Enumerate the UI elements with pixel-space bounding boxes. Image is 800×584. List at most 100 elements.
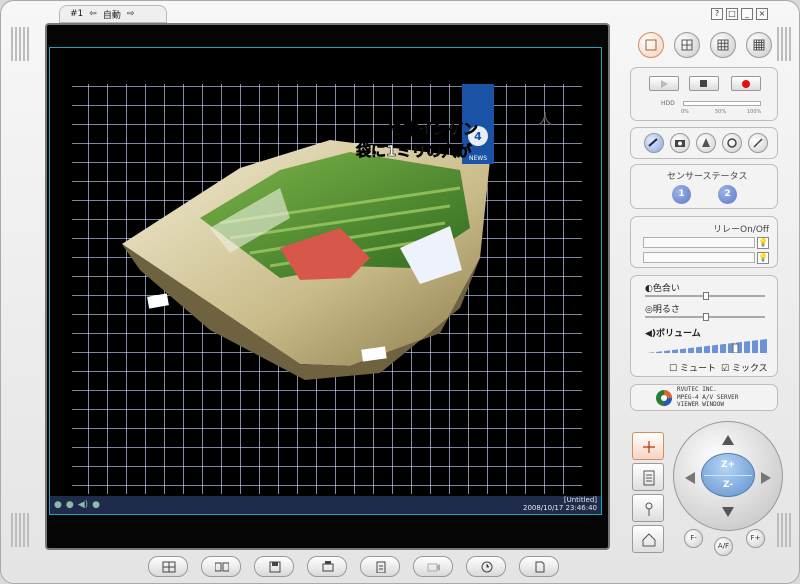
volume-level-bars[interactable] [647, 339, 767, 353]
sensor-1-indicator: 1 [672, 185, 691, 204]
pan-up-icon [722, 435, 734, 445]
speaker-icon[interactable]: ◀) [78, 500, 88, 510]
stop-button[interactable] [689, 76, 719, 91]
tools-key-button[interactable] [632, 494, 664, 522]
headline-line1: 冷凍インゲン [388, 120, 478, 138]
vendor-line1: RVUTEC INC. [677, 386, 717, 393]
relay-1-bulb-button[interactable]: 💡 [757, 237, 769, 249]
refresh-button[interactable] [722, 133, 742, 153]
sensor-title: センサーステータス [667, 172, 748, 182]
brightness-thumb[interactable] [703, 313, 709, 321]
hue-text: 色合い [652, 284, 680, 294]
vendor-logo-panel: RVUTEC INC. MPEG-4 A/V SERVER VIEWER WIN… [630, 384, 778, 411]
alarm-clock-toolbar-button[interactable] [466, 556, 506, 577]
list-button[interactable] [632, 463, 664, 491]
left-top-grip [11, 27, 29, 61]
brightness-text: 明るさ [652, 305, 680, 315]
layout-quad-button[interactable] [674, 32, 700, 58]
zoom-out-button[interactable]: Z- [702, 480, 754, 490]
brightness-label: ◎明るさ [645, 305, 680, 315]
window-controls: ? □ _ × [711, 8, 768, 20]
video-view[interactable]: 4 NEWS 冷凍インゲン 袋に1ミリの穴が 人 ● ● ◀) ● [Untit… [49, 47, 602, 515]
maximize-button[interactable]: □ [726, 8, 738, 20]
news-badge-text: NEWS [469, 155, 487, 162]
layout-toolbar-button[interactable] [148, 556, 188, 577]
camera-mode-next-icon[interactable]: ⇨ [127, 9, 135, 19]
alarm-button[interactable] [696, 133, 716, 153]
zoom-control[interactable]: Z+ Z- [701, 453, 755, 497]
mic-icon[interactable]: ● [92, 500, 100, 510]
layout-sixteen-button[interactable] [746, 32, 772, 58]
zoom-in-button[interactable]: Z+ [702, 460, 754, 470]
snapshot-button[interactable] [670, 133, 690, 153]
mix-text: ミックス [731, 364, 768, 374]
relay-2-bulb-button[interactable]: 💡 [757, 252, 769, 264]
camera-mode: 自動 [102, 10, 121, 21]
hdd-mark-0: 0% [681, 109, 689, 115]
mix-checkbox[interactable]: ☑ ミックス [721, 361, 768, 374]
record-dot-icon[interactable]: ● [66, 500, 74, 510]
auto-focus-button[interactable]: A/F [714, 537, 733, 556]
camera-tab[interactable]: #1 ⇦ 自動 ⇨ [59, 5, 167, 23]
hdd-label: HDD [661, 100, 675, 107]
hue-slider[interactable] [645, 292, 765, 300]
left-bottom-grip [11, 513, 29, 547]
connect-button[interactable] [644, 133, 664, 153]
volume-label: ◀)ボリューム [645, 329, 701, 339]
layout-nine-button[interactable] [710, 32, 736, 58]
brightness-slider[interactable] [645, 313, 765, 321]
pan-left-icon [685, 472, 695, 484]
hue-label: ◐色合い [645, 284, 680, 294]
sensor-panel: センサーステータス 1 2 [630, 164, 778, 209]
document-toolbar-button[interactable] [519, 556, 559, 577]
viewer-window: #1 ⇦ 自動 ⇨ ? □ _ × 4 NEWS 冷凍インゲン 袋に1ミリの穴が… [0, 0, 800, 584]
sequence-toolbar-button[interactable] [201, 556, 241, 577]
print-toolbar-button[interactable] [307, 556, 347, 577]
hdd-mark-50: 50% [715, 109, 727, 115]
mute-checkbox[interactable]: ☐ ミュート [669, 361, 716, 374]
recorder-panel: HDD 0% 50% 100% [630, 67, 778, 121]
focus-minus-button[interactable]: F- [684, 529, 703, 548]
status-timestamp: 2008/10/17 23:46:40 [522, 504, 597, 512]
watermark-mark: 人 [538, 112, 552, 128]
save-toolbar-button[interactable] [254, 556, 294, 577]
focus-plus-button[interactable]: F+ [746, 529, 765, 548]
snapshot-dot-icon[interactable]: ● [54, 500, 62, 510]
bottom-toolbar [148, 556, 559, 577]
hdd-mark-100: 100% [747, 109, 762, 115]
vendor-line3: VIEWER WINDOW [677, 401, 724, 408]
vendor-logo-text: RVUTEC INC. MPEG-4 A/V SERVER VIEWER WIN… [677, 386, 738, 409]
clipboard-toolbar-button[interactable] [360, 556, 400, 577]
relay-2-field [643, 252, 755, 263]
relay-1-field [643, 237, 755, 248]
tools-panel [630, 127, 778, 159]
home-button[interactable] [632, 525, 664, 553]
vendor-line2: MPEG-4 A/V SERVER [677, 393, 739, 401]
adjust-panel: ◐色合い ◎明るさ ◀)ボリューム ☐ ミュート ☑ ミックス [630, 275, 778, 377]
video-status-bar: ● ● ◀) ● [Untitled] 2008/10/17 23:46:40 [50, 496, 601, 514]
close-button[interactable]: × [756, 8, 768, 20]
headline-line2: 袋に1ミリの穴が [355, 142, 472, 160]
camera-mode-prev-icon[interactable]: ⇦ [89, 9, 97, 19]
camera-number: #1 [70, 9, 84, 19]
pan-down-icon [722, 507, 734, 517]
vendor-logo-icon [656, 390, 672, 406]
hue-thumb[interactable] [703, 292, 709, 300]
camera-toolbar-button[interactable] [413, 556, 453, 577]
ptz-move-button[interactable] [632, 432, 664, 460]
minimize-button[interactable]: _ [741, 8, 753, 20]
relay-panel: リレーOn/Off 💡 💡 [630, 216, 778, 268]
video-image: 4 NEWS 冷凍インゲン 袋に1ミリの穴が 人 [72, 84, 582, 494]
pan-right-icon [761, 472, 771, 484]
layout-single-button[interactable] [638, 32, 664, 58]
status-icons: ● ● ◀) ● [54, 500, 100, 510]
record-button[interactable] [731, 76, 761, 91]
relay-title: リレーOn/Off [713, 225, 770, 235]
mute-text: ミュート [679, 364, 716, 374]
volume-text: ボリューム [656, 329, 701, 339]
help-button[interactable]: ? [711, 8, 723, 20]
settings-wand-button[interactable] [748, 133, 768, 153]
play-button[interactable] [649, 76, 679, 91]
sensor-2-indicator: 2 [718, 185, 737, 204]
right-top-grip [777, 27, 793, 61]
